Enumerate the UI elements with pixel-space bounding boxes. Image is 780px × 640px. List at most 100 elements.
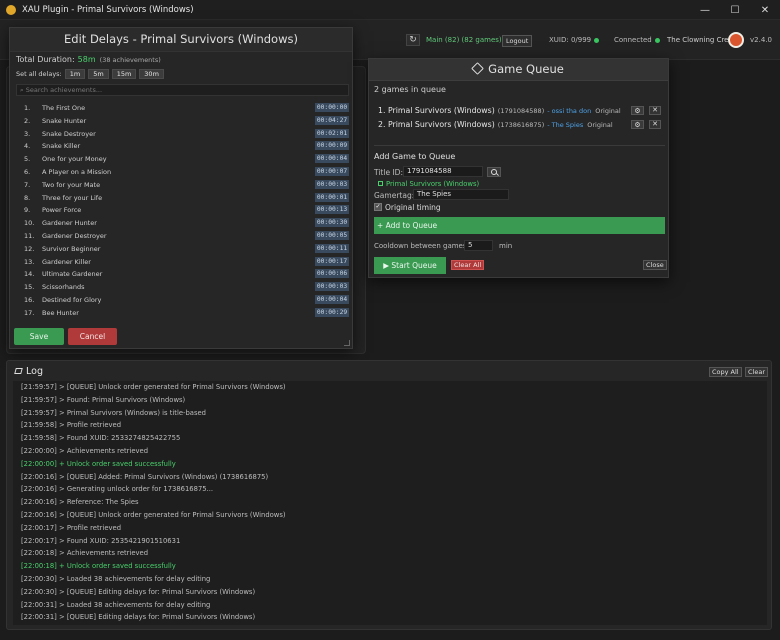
delay-time-input[interactable]: 00:00:30 <box>315 218 349 228</box>
original-timing-label: Original timing <box>385 203 441 212</box>
connection-status: Connected <box>614 36 660 44</box>
copy-all-button[interactable]: Copy All <box>709 367 742 377</box>
log-panel: Log Copy All Clear [21:59:57] > [QUEUE] … <box>6 360 772 630</box>
log-line: [22:00:17] > Profile retrieved <box>21 523 122 532</box>
delay-time-input[interactable]: 00:02:01 <box>315 128 349 138</box>
set-all-delays: Set all delays: 1m 5m 15m 30m <box>16 69 164 79</box>
delay-time-input[interactable]: 00:00:00 <box>315 103 349 112</box>
achievement-number: 7. <box>24 180 31 189</box>
total-duration: Total Duration: 58m (38 achievements) <box>16 55 161 64</box>
achievement-row: 3. Snake Destroyer 00:02:01 <box>16 128 349 141</box>
achievement-row: 1. The First One 00:00:00 <box>16 102 349 115</box>
achievement-row: 10. Gardener Hunter 00:00:30 <box>16 217 349 230</box>
log-line: [22:00:17] > Found XUID: 253542190151063… <box>21 536 181 545</box>
achievement-number: 17. <box>24 308 35 317</box>
logout-button[interactable]: Logout <box>502 35 533 47</box>
avatar[interactable] <box>728 32 744 48</box>
remove-item-icon[interactable]: ✕ <box>649 106 661 115</box>
clear-log-button[interactable]: Clear <box>745 367 768 377</box>
remove-item-icon[interactable]: ✕ <box>649 120 661 129</box>
delay-time-input[interactable]: 00:00:06 <box>315 269 349 279</box>
delay-time-input[interactable]: 00:00:17 <box>315 256 349 266</box>
delay-time-input[interactable]: 00:00:01 <box>315 192 349 202</box>
achievement-number: 1. <box>24 104 31 112</box>
preset-1m-button[interactable]: 1m <box>64 69 86 79</box>
refresh-button[interactable]: ↻ <box>406 34 420 46</box>
achievement-name: Snake Hunter <box>42 116 87 125</box>
achievement-number: 15. <box>24 283 35 292</box>
cancel-button[interactable]: Cancel <box>68 328 117 345</box>
log-output[interactable]: [21:59:57] > [QUEUE] Unlock order genera… <box>13 381 767 625</box>
cooldown-label: Cooldown between games: <box>374 242 469 250</box>
log-line: [22:00:31] > Loaded 38 achievements for … <box>21 600 211 609</box>
achievement-name: Snake Killer <box>42 142 81 151</box>
delay-time-input[interactable]: 00:00:29 <box>315 307 349 317</box>
maximize-button[interactable]: ☐ <box>720 0 750 20</box>
add-to-queue-button[interactable]: + Add to Queue <box>374 217 665 234</box>
achievement-number: 12. <box>24 244 35 253</box>
found-game: Primal Survivors (Windows) <box>378 180 479 188</box>
close-button[interactable]: Close <box>643 260 667 270</box>
delay-time-input[interactable]: 00:00:03 <box>315 282 349 292</box>
xuid-status-dot-icon <box>594 37 600 43</box>
achievement-name: A Player on a Mission <box>42 167 112 176</box>
clear-all-button[interactable]: Clear All <box>451 260 485 270</box>
delay-time-input[interactable]: 00:00:09 <box>315 141 349 151</box>
achievement-row: 17. Bee Hunter 00:00:29 <box>16 307 349 320</box>
version-label: v2.4.0 <box>750 36 772 44</box>
game-queue-dialog: Game Queue 2 games in queue 1. Primal Su… <box>368 58 669 278</box>
delay-time-input[interactable]: 00:00:04 <box>315 154 349 164</box>
start-queue-button[interactable]: ▶ Start Queue <box>374 257 446 274</box>
cooldown-input[interactable]: 5 <box>464 240 493 251</box>
title-id-input[interactable]: 1791084588 <box>403 166 483 177</box>
preset-15m-button[interactable]: 15m <box>111 69 137 79</box>
edit-delays-dialog: Edit Delays - Primal Survivors (Windows)… <box>9 27 353 349</box>
original-timing-checkbox[interactable]: ✓ <box>374 203 382 211</box>
main-account-link[interactable]: Main (82) (82 games) <box>426 36 502 44</box>
close-window-button[interactable]: ✕ <box>750 0 780 20</box>
delay-time-input[interactable]: 00:00:07 <box>315 166 349 176</box>
save-button[interactable]: Save <box>14 328 64 345</box>
minimize-button[interactable]: — <box>690 0 720 20</box>
preset-5m-button[interactable]: 5m <box>88 69 109 79</box>
gamertag-input[interactable]: The Spies <box>413 189 509 200</box>
log-line: [22:00:16] > Generating unlock order for… <box>21 485 214 494</box>
achievement-search-input[interactable]: ⌕ Search achievements... <box>16 84 349 96</box>
delay-time-input[interactable]: 00:00:04 <box>315 294 349 304</box>
lookup-search-button[interactable] <box>487 167 501 177</box>
delay-time-input[interactable]: 00:00:03 <box>315 179 349 189</box>
delay-time-input[interactable]: 00:04:27 <box>315 115 349 125</box>
queue-item-mode: Original <box>587 121 613 129</box>
achievement-number: 13. <box>24 257 35 266</box>
game-queue-title: Game Queue <box>488 62 564 76</box>
found-checkbox-icon <box>378 181 383 186</box>
resize-grip-icon[interactable] <box>344 340 350 346</box>
achievement-name: The First One <box>42 104 86 112</box>
preset-30m-button[interactable]: 30m <box>139 69 164 79</box>
achievement-number: 14. <box>24 270 35 279</box>
queue-item-number: 2. <box>378 120 386 129</box>
delay-time-input[interactable]: 00:00:05 <box>315 230 349 240</box>
achievement-name: Snake Destroyer <box>42 129 96 138</box>
achievement-number: 6. <box>24 167 31 176</box>
delay-time-input[interactable]: 00:00:11 <box>315 243 349 253</box>
achievement-row: 2. Snake Hunter 00:04:27 <box>16 115 349 128</box>
achievement-number: 5. <box>24 155 31 164</box>
connected-text: Connected <box>614 36 652 44</box>
achievement-row: 7. Two for your Mate 00:00:03 <box>16 179 349 192</box>
log-line: [22:00:31] > [QUEUE] Editing delays for:… <box>21 613 256 622</box>
queue-count: 2 games in queue <box>374 85 446 94</box>
delay-time-input[interactable]: 00:00:13 <box>315 205 349 215</box>
xuid-status: XUID: 0/999 <box>549 36 600 44</box>
log-line: [22:00:00] > Achievements retrieved <box>21 446 149 455</box>
gamertag-label: The Clowning Crew <box>667 36 735 44</box>
log-line: [21:59:58] > Profile retrieved <box>21 421 122 430</box>
achievement-row: 6. A Player on a Mission 00:00:07 <box>16 166 349 179</box>
achievement-name: Gardener Hunter <box>42 219 97 228</box>
settings-gear-icon[interactable]: ⚙ <box>631 106 644 115</box>
achievement-row: 4. Snake Killer 00:00:09 <box>16 140 349 153</box>
window-controls: — ☐ ✕ <box>690 0 780 20</box>
settings-gear-icon[interactable]: ⚙ <box>631 120 644 129</box>
achievement-name: Destined for Glory <box>42 295 102 304</box>
log-line: [21:59:57] > [QUEUE] Unlock order genera… <box>21 383 286 391</box>
